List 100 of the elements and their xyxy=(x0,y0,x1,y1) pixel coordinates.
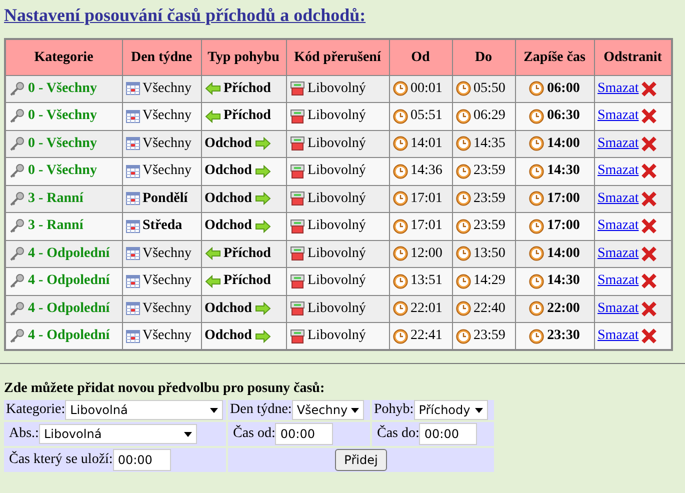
category-text: 4 - Odpolední xyxy=(28,272,110,290)
column-header: Kód přerušení xyxy=(286,39,389,75)
clock-icon xyxy=(529,246,544,262)
time-text: 06:29 xyxy=(474,107,506,126)
key-icon xyxy=(9,108,25,124)
time-to-field[interactable]: 00:00 xyxy=(419,423,478,445)
save-time-text: 14:30 xyxy=(547,272,580,290)
calendar-icon xyxy=(126,164,140,178)
calendar-icon xyxy=(126,220,140,233)
calendar-icon xyxy=(126,110,140,123)
movement-text: Příchod xyxy=(224,272,271,290)
clock-icon xyxy=(456,81,470,96)
clock-icon xyxy=(392,218,408,234)
code-text: Libovolný xyxy=(308,217,366,236)
key-icon xyxy=(9,190,25,207)
movement-text: Odchod xyxy=(204,162,252,180)
right-arrow-icon xyxy=(254,302,271,316)
time-text: 22:40 xyxy=(474,300,506,318)
movement-text: Příchod xyxy=(224,80,271,98)
clock-icon xyxy=(529,218,544,234)
day-text: Všechny xyxy=(142,244,192,263)
time-text: 00:01 xyxy=(410,80,442,98)
field-label: Kategorie: xyxy=(6,401,66,419)
column-header: Do xyxy=(452,39,515,75)
time-from-field[interactable]: 00:00 xyxy=(275,423,334,445)
category-text: 4 - Odpolední xyxy=(28,300,110,318)
time-text: 14:29 xyxy=(474,272,506,290)
delete-icon[interactable] xyxy=(640,80,657,97)
clock-icon xyxy=(456,164,470,179)
left-arrow-icon xyxy=(204,82,220,96)
left-arrow-icon xyxy=(204,247,220,260)
abs-select[interactable]: Libovolná xyxy=(38,424,197,444)
clock-icon xyxy=(456,108,470,124)
clock-icon xyxy=(456,301,470,316)
add-button[interactable]: Přidej xyxy=(335,449,387,471)
category-text: 3 - Ranní xyxy=(28,217,84,236)
delete-icon[interactable] xyxy=(640,218,657,234)
drawer-icon xyxy=(290,218,304,234)
save-time-field[interactable]: 00:00 xyxy=(112,449,171,471)
time-text: 13:50 xyxy=(474,244,506,263)
time-text: 17:01 xyxy=(410,217,442,236)
key-icon xyxy=(9,80,25,97)
calendar-icon xyxy=(126,247,140,260)
category-text: 0 - Všechny xyxy=(28,107,97,126)
clock-icon xyxy=(456,218,470,234)
clock-icon xyxy=(392,274,408,289)
clock-icon xyxy=(529,164,544,179)
save-time-text: 14:00 xyxy=(547,134,580,153)
delete-icon[interactable] xyxy=(640,300,657,317)
category-text: 0 - Všechny xyxy=(28,134,97,153)
clock-icon xyxy=(456,246,470,262)
calendar-icon xyxy=(126,330,140,342)
time-text: 05:50 xyxy=(474,80,506,98)
key-icon xyxy=(9,218,25,234)
movement-text: Příchod xyxy=(224,244,271,263)
delete-icon[interactable] xyxy=(640,190,657,207)
calendar-icon xyxy=(126,274,140,288)
field-label: Den týdne: xyxy=(230,401,292,419)
drawer-icon xyxy=(290,164,304,179)
delete-icon[interactable] xyxy=(640,136,657,152)
delete-icon[interactable] xyxy=(640,246,657,262)
category-select[interactable]: Libovolná xyxy=(65,400,224,420)
delete-icon[interactable] xyxy=(640,328,657,344)
code-text: Libovolný xyxy=(308,244,366,263)
day-text: Pondělí xyxy=(142,190,188,208)
left-arrow-icon xyxy=(204,274,220,288)
time-text: 22:01 xyxy=(410,300,442,318)
clock-icon xyxy=(529,328,544,344)
time-text: 05:51 xyxy=(410,107,442,126)
field-label: Čas který se uloží: xyxy=(9,451,113,469)
left-arrow-icon xyxy=(204,110,220,123)
clock-icon xyxy=(392,246,408,262)
day-text: Středa xyxy=(142,217,182,236)
delete-icon[interactable] xyxy=(640,108,657,124)
delete-icon[interactable] xyxy=(640,273,657,290)
drawer-icon xyxy=(290,246,304,262)
category-text: 4 - Odpolední xyxy=(28,327,110,345)
code-text: Libovolný xyxy=(308,134,366,153)
movement-text: Odchod xyxy=(204,300,252,318)
time-text: 23:59 xyxy=(474,217,506,236)
category-text: 4 - Odpolední xyxy=(28,244,110,263)
column-header: Od xyxy=(389,39,452,75)
clock-icon xyxy=(456,191,470,206)
column-header: Odstranit xyxy=(594,39,672,75)
save-time-text: 17:00 xyxy=(547,217,580,236)
field-label: Abs.: xyxy=(9,425,39,443)
movement-select[interactable]: Příchody xyxy=(414,400,488,420)
day-select[interactable]: Všechny xyxy=(292,400,364,420)
clock-icon xyxy=(529,191,544,206)
time-text: 23:59 xyxy=(474,162,506,180)
calendar-icon xyxy=(126,192,140,206)
code-text: Libovolný xyxy=(308,162,366,180)
column-header: Kategorie xyxy=(5,39,122,75)
clock-icon xyxy=(456,274,470,289)
clock-icon xyxy=(392,191,408,206)
key-icon xyxy=(9,300,25,317)
right-arrow-icon xyxy=(254,164,271,178)
time-text: 17:01 xyxy=(410,190,442,208)
delete-icon[interactable] xyxy=(640,163,657,180)
code-text: Libovolný xyxy=(308,107,366,126)
